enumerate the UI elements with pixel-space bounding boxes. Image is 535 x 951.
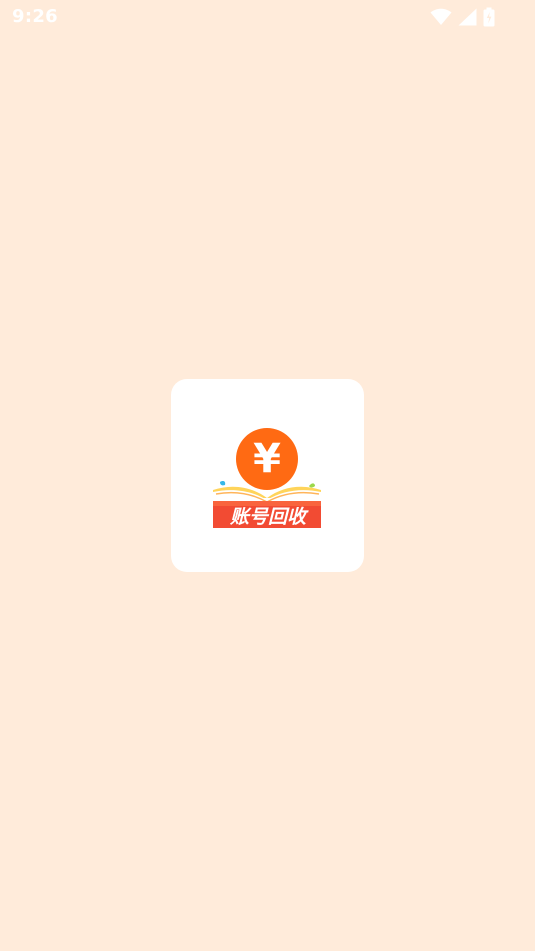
battery-charging-icon: [483, 7, 495, 27]
wifi-icon: [430, 8, 452, 26]
splash-logo-card: 账号回收 ¥: [171, 379, 364, 572]
status-bar: 9:26: [0, 0, 535, 36]
logo-text: 账号回收: [229, 506, 306, 528]
status-time: 9:26: [12, 6, 58, 27]
app-logo: 账号回收 ¥: [211, 428, 325, 532]
status-icons: [430, 7, 495, 27]
yen-symbol: ¥: [253, 436, 281, 482]
cellular-signal-icon: [458, 8, 477, 26]
